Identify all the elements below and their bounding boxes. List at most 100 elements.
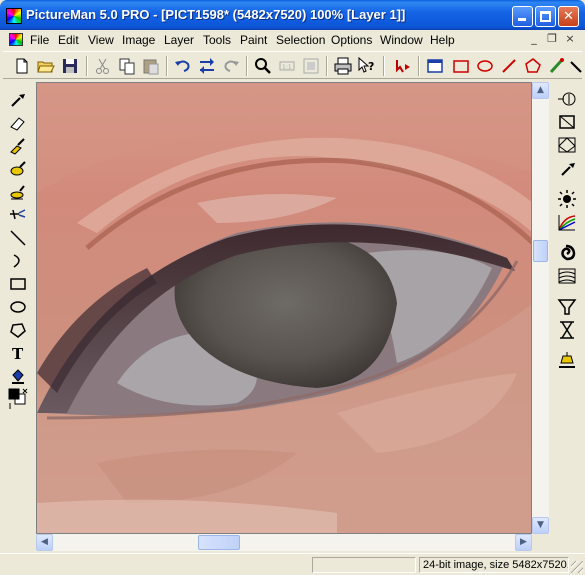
- polygon-icon[interactable]: [523, 56, 543, 76]
- flip-icon[interactable]: [197, 56, 217, 76]
- line-icon[interactable]: [7, 228, 29, 248]
- menu-view[interactable]: View: [88, 33, 114, 47]
- copy-icon[interactable]: [117, 56, 137, 76]
- scroll-corner: [532, 534, 549, 551]
- eye-photo: [37, 83, 531, 533]
- main-toolbar: 1:1 ?: [3, 51, 582, 79]
- actual-size-icon[interactable]: 1:1: [277, 56, 297, 76]
- paste-icon[interactable]: [141, 56, 161, 76]
- redo-icon[interactable]: [221, 56, 241, 76]
- arrow-icon[interactable]: [569, 56, 582, 76]
- toolbar-separator: [86, 56, 88, 76]
- menu-options[interactable]: Options: [331, 33, 372, 47]
- menu-layer[interactable]: Layer: [164, 33, 194, 47]
- mdi-restore-button[interactable]: ❐: [544, 32, 560, 46]
- menu-window[interactable]: Window: [380, 33, 423, 47]
- print-icon[interactable]: [333, 56, 353, 76]
- minimize-button[interactable]: [512, 6, 533, 27]
- toolbar-separator: [246, 56, 248, 76]
- vertical-scrollbar[interactable]: ▲ ▼: [532, 82, 549, 534]
- stamp-icon[interactable]: [7, 182, 29, 202]
- status-pane-right: 24-bit image, size 5482x7520,: [419, 557, 569, 573]
- eraser-icon[interactable]: [7, 113, 29, 133]
- rectangle-icon[interactable]: [451, 56, 471, 76]
- scroll-down-button[interactable]: ▼: [532, 517, 549, 534]
- status-image-info: 24-bit image, size 5482x7520,: [423, 559, 568, 571]
- histogram-icon[interactable]: [556, 89, 578, 109]
- line-icon[interactable]: [499, 56, 519, 76]
- resize-grip[interactable]: [571, 561, 583, 573]
- mdi-close-button[interactable]: ×: [562, 32, 578, 46]
- status-bar: 24-bit image, size 5482x7520,: [0, 553, 585, 575]
- funnel-icon[interactable]: [556, 297, 578, 317]
- lasso-icon[interactable]: [7, 320, 29, 340]
- svg-text:T: T: [12, 345, 24, 363]
- toolbar-separator: [383, 56, 385, 76]
- vertical-scroll-thumb[interactable]: [533, 240, 548, 262]
- scroll-up-button[interactable]: ▲: [532, 82, 549, 99]
- save-icon[interactable]: [60, 56, 80, 76]
- bucket-icon[interactable]: [7, 366, 29, 386]
- right-tool-palette: [551, 82, 582, 552]
- smudge-icon[interactable]: [7, 159, 29, 179]
- left-tool-palette: T: [3, 82, 33, 552]
- status-pane-left: [312, 557, 416, 573]
- document-icon[interactable]: [9, 33, 23, 46]
- menu-help[interactable]: Help: [430, 33, 455, 47]
- toolbar-separator: [166, 56, 168, 76]
- brush-icon[interactable]: [7, 136, 29, 156]
- menu-edit[interactable]: Edit: [58, 33, 79, 47]
- maximize-icon: [540, 11, 551, 22]
- menu-image[interactable]: Image: [122, 33, 155, 47]
- ellipse-icon[interactable]: [475, 56, 495, 76]
- spiral-icon[interactable]: [556, 244, 578, 264]
- toolbar-separator: [418, 56, 420, 76]
- texture-icon[interactable]: [556, 266, 578, 286]
- toolbar-separator: [326, 56, 328, 76]
- color-swatch-icon[interactable]: [7, 387, 29, 409]
- eyedropper-icon[interactable]: [7, 89, 29, 109]
- hourglass-icon[interactable]: [556, 320, 578, 340]
- close-icon: ✕: [563, 9, 574, 24]
- text-icon[interactable]: T: [7, 343, 29, 363]
- spray-icon[interactable]: [7, 205, 29, 225]
- mdi-minimize-button[interactable]: _: [526, 32, 542, 46]
- curves-icon[interactable]: [556, 213, 578, 233]
- fit-icon[interactable]: [301, 56, 321, 76]
- undo-icon[interactable]: [173, 56, 193, 76]
- pictureman-app-icon[interactable]: [6, 8, 22, 24]
- curve-icon[interactable]: [7, 251, 29, 271]
- crop-icon[interactable]: [556, 112, 578, 132]
- svg-text:1:1: 1:1: [282, 64, 292, 71]
- horizontal-scrollbar[interactable]: ◀ ▶: [36, 534, 532, 551]
- title-bar: PictureMan 5.0 PRO - [PICT1598* (5482x75…: [0, 0, 585, 30]
- horizontal-scroll-thumb[interactable]: [198, 535, 240, 550]
- transform-arrow-icon[interactable]: [393, 56, 413, 76]
- perspective-icon[interactable]: [556, 135, 578, 155]
- menu-selection[interactable]: Selection: [276, 33, 325, 47]
- image-canvas[interactable]: [36, 82, 532, 534]
- maximize-button[interactable]: [535, 6, 556, 27]
- cut-icon[interactable]: [93, 56, 113, 76]
- minimize-icon: [518, 18, 526, 21]
- new-icon[interactable]: [12, 56, 32, 76]
- zoom-icon[interactable]: [253, 56, 273, 76]
- lamp-icon[interactable]: [556, 350, 578, 370]
- eyedropper-icon[interactable]: [556, 158, 578, 178]
- brightness-icon[interactable]: [556, 189, 578, 209]
- menu-tools[interactable]: Tools: [203, 33, 231, 47]
- window-title: PictureMan 5.0 PRO - [PICT1598* (5482x75…: [26, 7, 406, 22]
- window-icon[interactable]: [425, 56, 445, 76]
- menu-file[interactable]: File: [30, 33, 49, 47]
- ellipse-icon[interactable]: [7, 297, 29, 317]
- brush-icon[interactable]: [547, 56, 567, 76]
- menu-bar: File Edit View Image Layer Tools Paint S…: [3, 30, 582, 49]
- rectangle-icon[interactable]: [7, 274, 29, 294]
- svg-text:?: ?: [368, 60, 374, 73]
- scroll-left-button[interactable]: ◀: [36, 534, 53, 551]
- close-button[interactable]: ✕: [558, 6, 579, 27]
- open-icon[interactable]: [36, 56, 56, 76]
- menu-paint[interactable]: Paint: [240, 33, 267, 47]
- help-icon[interactable]: ?: [357, 56, 377, 76]
- scroll-right-button[interactable]: ▶: [515, 534, 532, 551]
